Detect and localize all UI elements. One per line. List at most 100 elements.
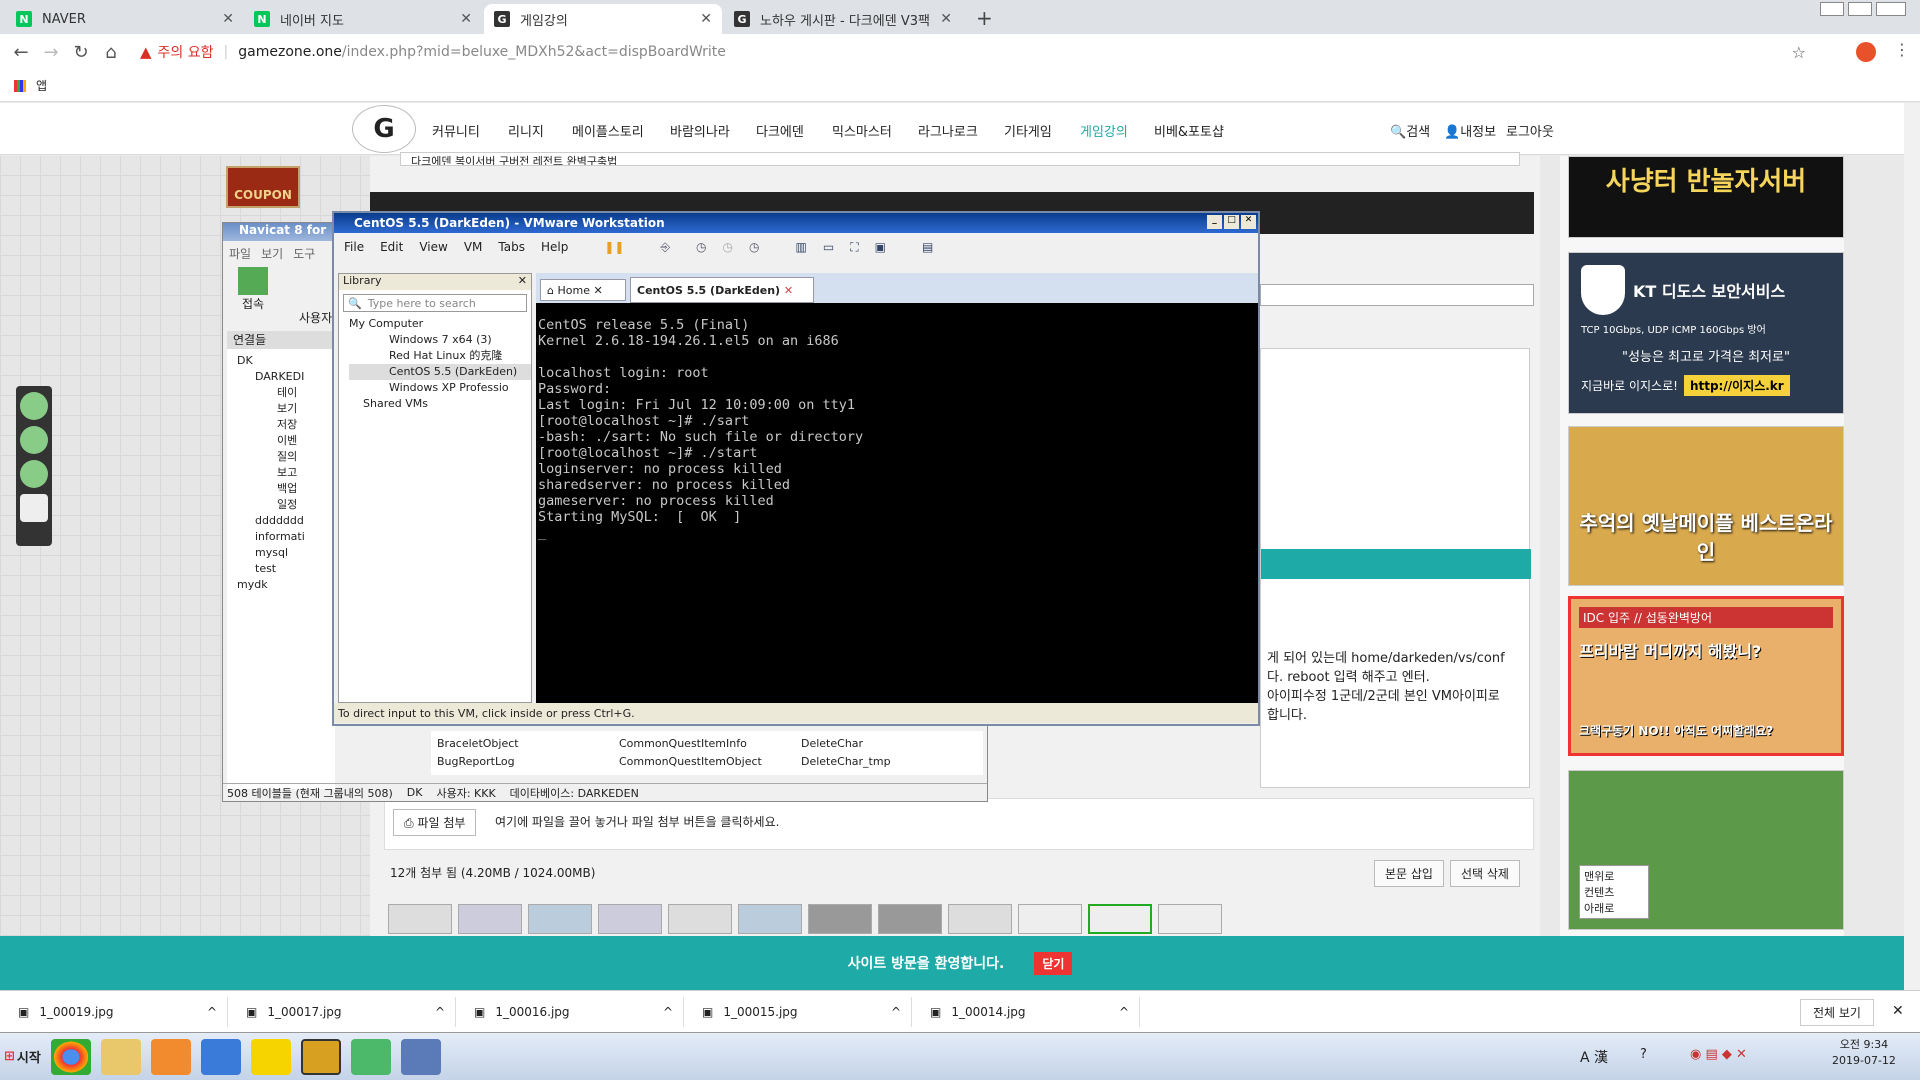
field-input[interactable] — [1260, 284, 1534, 306]
navicat-menu-tools[interactable]: 도구 — [293, 245, 315, 262]
coupon-badge[interactable]: COUPON — [226, 166, 300, 208]
minimize-button[interactable] — [1820, 2, 1844, 16]
table-item[interactable]: DeleteChar_tmp — [801, 753, 983, 771]
tree-tables[interactable]: 테이 — [237, 385, 335, 401]
menu-etc-games[interactable]: 기타게임 — [1004, 121, 1052, 140]
menu-vb-photoshop[interactable]: 비베&포토샵 — [1154, 121, 1224, 140]
table-item[interactable]: BraceletObject — [437, 735, 619, 753]
navicat-menu-view[interactable]: 보기 — [261, 245, 283, 262]
tree-vm[interactable]: Red Hat Linux 的克隆 — [349, 348, 531, 364]
library-close-icon[interactable]: ✕ — [518, 274, 527, 290]
handshake-icon[interactable] — [20, 392, 48, 420]
close-icon[interactable]: ✕ — [222, 11, 234, 27]
profile-avatar[interactable] — [1856, 42, 1876, 62]
vm-menu-tabs[interactable]: Tabs — [498, 240, 525, 254]
hand-icon[interactable] — [20, 494, 48, 522]
sidebar-view-icon[interactable]: ▥ — [796, 240, 807, 254]
tab-home[interactable]: ⌂ Home ✕ — [540, 279, 626, 301]
ad-banner-4[interactable]: IDC 입주 // 섭동완벽방어 프리바람 머디까지 해봤니? 크랙구동기 NO… — [1568, 596, 1844, 756]
help-icon[interactable]: ? — [1640, 1047, 1647, 1062]
table-item[interactable]: DeleteChar — [801, 735, 983, 753]
menu-lineage[interactable]: 리니지 — [508, 121, 544, 140]
address-bar[interactable]: ▲ 주의 요함 | gamezone.one /index.php?mid=be… — [140, 38, 1840, 66]
fullscreen-icon[interactable]: ⛶ — [850, 240, 858, 255]
tree-db[interactable]: mysql — [237, 545, 335, 561]
menu-icon[interactable]: ⋮ — [1894, 40, 1910, 59]
site-logo[interactable]: G — [352, 105, 416, 153]
delete-button[interactable]: 선택 삭제 — [1450, 860, 1520, 887]
thumbnail[interactable] — [948, 904, 1012, 934]
ie-icon[interactable] — [200, 1038, 241, 1075]
thumbnail[interactable] — [1158, 904, 1222, 934]
thumbnail[interactable] — [738, 904, 802, 934]
thumbnail[interactable] — [808, 904, 872, 934]
myinfo-link[interactable]: 👤내정보 — [1444, 121, 1496, 140]
home-icon[interactable]: ⌂ — [96, 42, 126, 63]
forward-icon[interactable]: → — [36, 42, 66, 63]
menu-darkeden[interactable]: 다크에덴 — [756, 121, 804, 140]
vm-menu-file[interactable]: File — [344, 240, 364, 254]
thumbnail[interactable] — [388, 904, 452, 934]
tree-backups[interactable]: 백업 — [237, 481, 335, 497]
library-search-input[interactable]: 🔍 Type here to search — [343, 294, 527, 312]
table-item[interactable]: CommonQuestItemObject — [619, 753, 801, 771]
tray-icons[interactable]: ◉ ▤ ◆ ✕ — [1690, 1047, 1747, 1062]
attach-button[interactable]: ⎙ 파일 첨부 — [393, 809, 477, 836]
close-downloads-icon[interactable]: ✕ — [1892, 1003, 1904, 1019]
maximize-button[interactable] — [1848, 2, 1872, 16]
menu-community[interactable]: 커뮤니티 — [432, 121, 480, 140]
window-close-button[interactable] — [1876, 2, 1906, 16]
ad-banner-1[interactable]: 사냥터 반놀자서버 — [1568, 156, 1844, 238]
wrench-icon[interactable] — [20, 426, 48, 454]
tree-vm-selected[interactable]: CentOS 5.5 (DarkEden) — [349, 364, 531, 380]
chevron-up-icon[interactable]: ^ — [663, 1005, 673, 1019]
explorer-icon[interactable] — [100, 1038, 141, 1075]
float-bottom[interactable]: 아래로 — [1584, 900, 1644, 916]
title-partial[interactable]: 다크에덴 복이서버 구버전 레전트 완벽구축법 — [400, 152, 1520, 166]
kakaotalk-icon[interactable] — [250, 1038, 291, 1075]
table-item[interactable]: BugReportLog — [437, 753, 619, 771]
vm-menu-help[interactable]: Help — [541, 240, 568, 254]
tree-events[interactable]: 이벤 — [237, 433, 335, 449]
tree-views[interactable]: 보기 — [237, 401, 335, 417]
new-tab-button[interactable]: + — [976, 6, 993, 30]
ad-banner-2[interactable]: KT 디도스 보안서비스 TCP 10Gbps, UDP ICMP 160Gbp… — [1568, 252, 1844, 414]
send-keys-icon[interactable]: ⎆ — [660, 240, 670, 255]
navicat-icon[interactable] — [350, 1038, 391, 1075]
vm-console[interactable]: CentOS release 5.5 (Final) Kernel 2.6.18… — [536, 303, 1258, 703]
thumbnail[interactable] — [1018, 904, 1082, 934]
thumbnail[interactable] — [458, 904, 522, 934]
tree-darkeden[interactable]: DARKEDI — [237, 369, 335, 385]
apps-bookmark[interactable]: 앱 — [36, 77, 47, 94]
float-top[interactable]: 맨위로 — [1584, 868, 1644, 884]
tree-db[interactable]: ddddddd — [237, 513, 335, 529]
revert-icon[interactable]: ◷ — [723, 240, 733, 254]
menu-game-lecture[interactable]: 게임강의 — [1080, 121, 1128, 140]
tab-game-lecture[interactable]: G 게임강의 ✕ — [484, 4, 722, 34]
logout-link[interactable]: 로그아웃 — [1506, 121, 1554, 140]
console-view-icon[interactable]: ▤ — [922, 240, 933, 254]
snapshot-icon[interactable]: ◷ — [696, 240, 706, 254]
tab-naver-map[interactable]: N 네이버 지도 ✕ — [244, 4, 482, 34]
thumbnail[interactable] — [528, 904, 592, 934]
chevron-up-icon[interactable]: ^ — [435, 1005, 445, 1019]
security-warning[interactable]: 주의 요함 — [158, 42, 214, 62]
download-item[interactable]: ▣ 1_00016.jpg ^ — [456, 996, 684, 1027]
chevron-up-icon[interactable]: ^ — [1119, 1005, 1129, 1019]
tree-dk[interactable]: DK — [237, 353, 335, 369]
vm-menu-vm[interactable]: VM — [464, 240, 483, 254]
back-icon[interactable]: ← — [6, 42, 36, 63]
thumbnail[interactable] — [668, 904, 732, 934]
vmware-window[interactable]: CentOS 5.5 (DarkEden) - VMware Workstati… — [332, 211, 1260, 726]
media-player-icon[interactable] — [150, 1038, 191, 1075]
download-item[interactable]: ▣ 1_00015.jpg ^ — [684, 996, 912, 1027]
tree-db[interactable]: informati — [237, 529, 335, 545]
user-button[interactable]: 사용자 — [299, 309, 332, 326]
tree-reports[interactable]: 보고 — [237, 465, 335, 481]
reload-icon[interactable]: ↻ — [66, 42, 96, 63]
navicat-menu-file[interactable]: 파일 — [229, 245, 251, 262]
quick-switch-icon[interactable]: ▭ — [823, 240, 834, 254]
chevron-up-icon[interactable]: ^ — [207, 1005, 217, 1019]
tree-queries[interactable]: 질의 — [237, 449, 335, 465]
ad-banner-3[interactable]: 추억의 옛날메이플 베스트온라인 — [1568, 426, 1844, 586]
